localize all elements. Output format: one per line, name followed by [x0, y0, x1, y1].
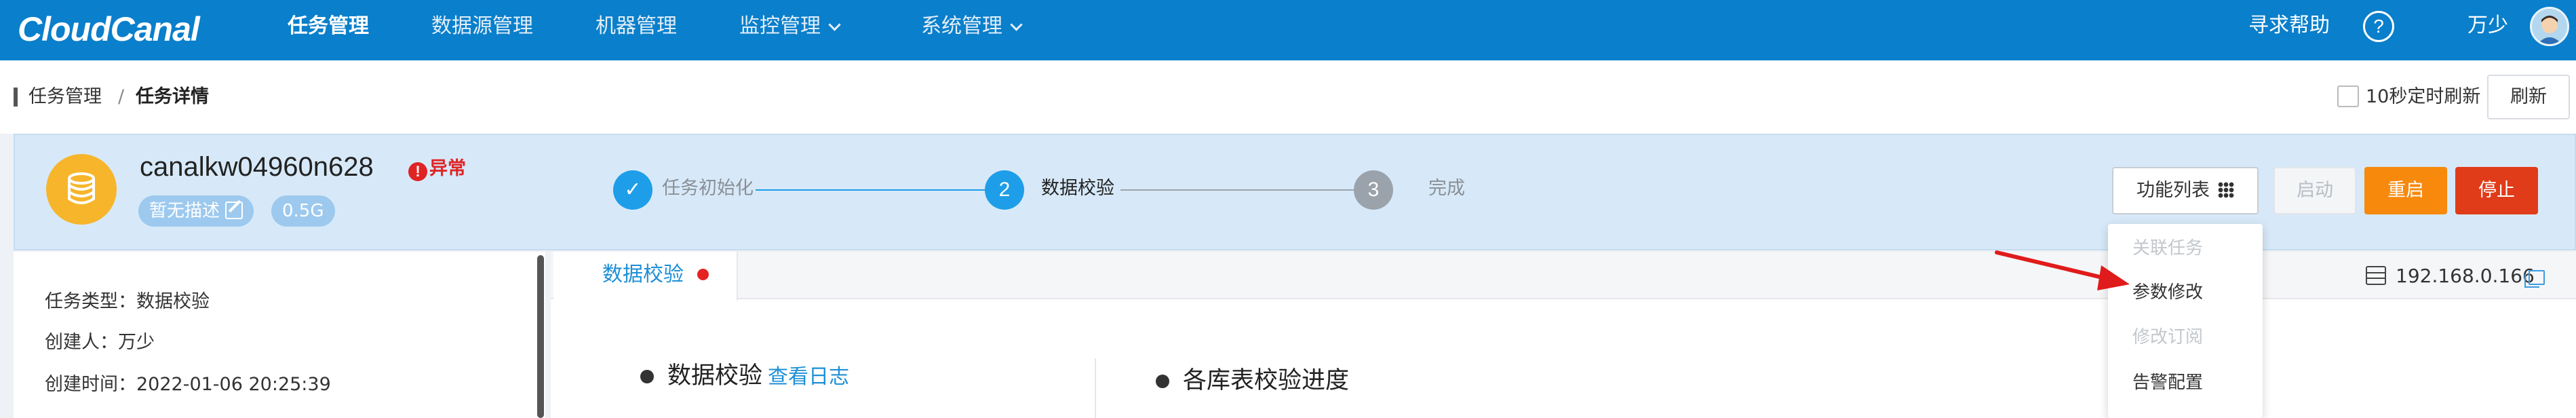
step-connector-1	[756, 189, 986, 191]
tab-strip	[551, 252, 2576, 299]
breadcrumb-marker	[14, 88, 18, 107]
auto-refresh-checkbox[interactable]	[2337, 86, 2359, 107]
step-1-check-icon: ✓	[613, 170, 652, 210]
error-icon: !	[408, 162, 427, 181]
section-divider	[1095, 358, 1096, 418]
tab-data-check-label[interactable]: 数据校验	[602, 261, 684, 289]
step-connector-2	[1120, 189, 1354, 191]
refresh-button[interactable]: 刷新	[2487, 75, 2570, 119]
menu-item-param-edit[interactable]: 参数修改	[2132, 280, 2203, 305]
breadcrumb-bar	[0, 60, 2576, 134]
nav-item-task-management[interactable]: 任务管理	[288, 0, 369, 60]
avatar-face-icon	[2537, 16, 2562, 44]
chevron-down-icon	[1010, 18, 1023, 31]
top-nav	[0, 0, 2576, 60]
section-bullet	[1156, 375, 1169, 388]
chevron-down-icon	[828, 18, 841, 31]
copy-icon[interactable]	[2524, 270, 2545, 288]
description-text: 暂无描述	[149, 201, 220, 221]
grid-icon	[2218, 182, 2234, 198]
user-avatar[interactable]	[2530, 7, 2569, 46]
task-status-text: 异常	[429, 158, 466, 179]
help-link[interactable]: 寻求帮助	[2248, 0, 2330, 52]
tab-alert-dot	[697, 269, 709, 280]
stop-button[interactable]: 停止	[2455, 167, 2538, 214]
nav-item-machine-management[interactable]: 机器管理	[596, 0, 677, 60]
server-ip: 192.168.0.166	[2396, 265, 2535, 287]
nav-item-system-label: 系统管理	[921, 14, 1002, 38]
auto-refresh-label[interactable]: 10秒定时刷新	[2366, 84, 2480, 110]
spec-tag: 0.5G	[271, 195, 335, 227]
breadcrumb-root[interactable]: 任务管理	[28, 84, 102, 110]
menu-item-edit-subscription[interactable]: 修改订阅	[2132, 325, 2203, 349]
restart-button[interactable]: 重启	[2364, 167, 2447, 214]
breadcrumb-current: 任务详情	[136, 86, 209, 107]
step-3-label: 完成	[1428, 178, 1465, 199]
info-panel-scrollbar[interactable]	[537, 255, 544, 418]
section-progress-title: 各库表校验进度	[1183, 367, 1350, 394]
step-2-number: 2	[985, 170, 1024, 210]
step-1-label: 任务初始化	[662, 178, 754, 199]
view-log-link[interactable]: 查看日志	[768, 362, 849, 393]
nav-item-datasource-management[interactable]: 数据源管理	[431, 0, 533, 60]
app-logo[interactable]: CloudCanal	[18, 10, 200, 49]
step-3-number: 3	[1354, 170, 1393, 210]
start-button[interactable]: 启动	[2273, 167, 2356, 214]
info-task-type: 任务类型：数据校验	[45, 291, 210, 312]
info-creator: 创建人：万少	[45, 332, 155, 353]
menu-item-alert-config[interactable]: 告警配置	[2132, 370, 2203, 395]
step-2-label: 数据校验	[1041, 178, 1114, 199]
user-name[interactable]: 万少	[2467, 0, 2508, 52]
edit-icon[interactable]	[225, 202, 243, 219]
info-created-at: 创建时间：2022-01-06 20:25:39	[45, 374, 331, 395]
server-icon	[2366, 266, 2386, 285]
breadcrumb-separator: /	[118, 86, 125, 107]
nav-item-monitor-management[interactable]: 监控管理	[739, 0, 841, 60]
nav-item-monitor-label: 监控管理	[739, 14, 821, 38]
help-icon[interactable]: ?	[2363, 11, 2394, 42]
menu-item-related-tasks[interactable]: 关联任务	[2132, 236, 2203, 261]
section-data-check-title: 数据校验	[667, 362, 763, 390]
section-bullet	[640, 370, 654, 383]
task-status-badge: ! 异常	[408, 157, 466, 181]
nav-item-system-management[interactable]: 系统管理	[921, 0, 1023, 60]
description-tag[interactable]: 暂无描述	[138, 195, 254, 227]
function-list-button[interactable]: 功能列表	[2112, 167, 2259, 214]
task-name: canalkw04960n628	[140, 152, 374, 182]
database-icon	[68, 172, 95, 204]
function-list-label: 功能列表	[2136, 180, 2210, 201]
